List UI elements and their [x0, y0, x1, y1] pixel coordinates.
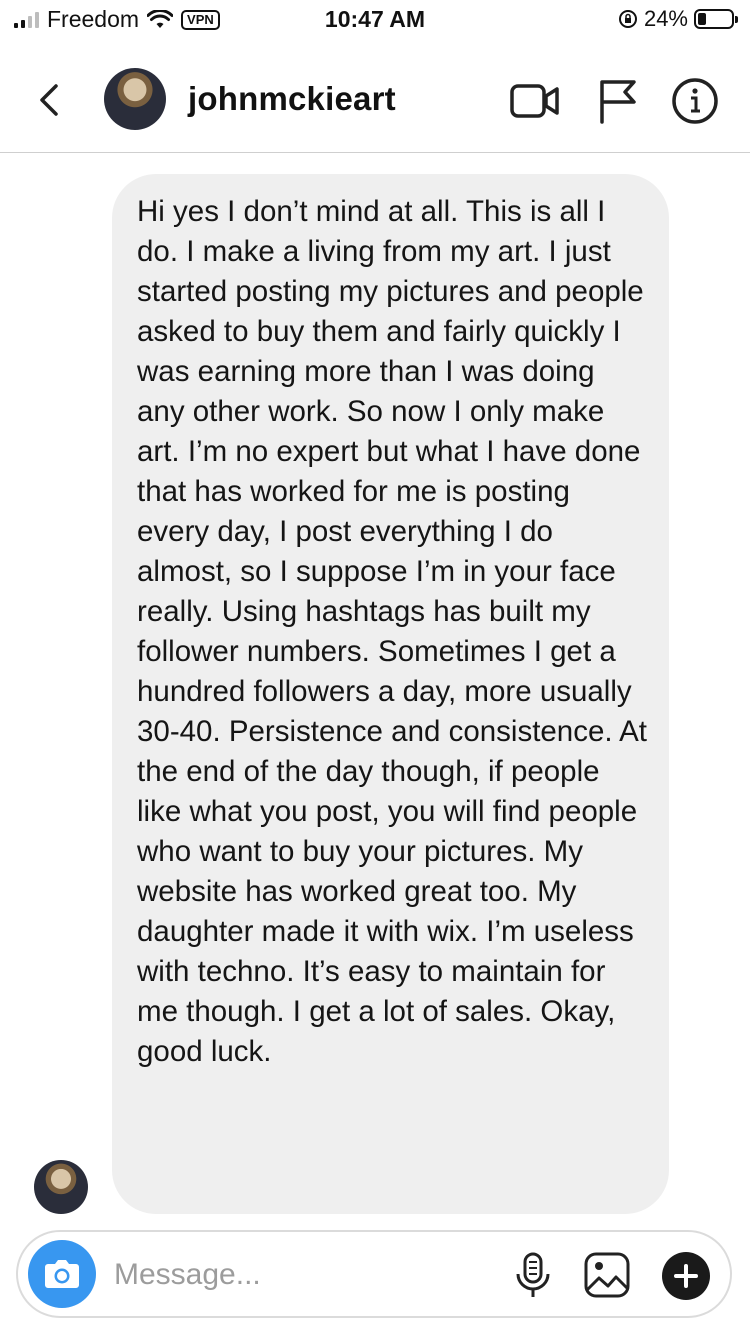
message-input[interactable] [114, 1252, 484, 1298]
status-bar: Freedom VPN 10:47 AM 24% [0, 0, 750, 40]
avatar[interactable] [104, 68, 166, 130]
gallery-icon[interactable] [582, 1250, 632, 1300]
chat-username[interactable]: johnmckieart [188, 80, 396, 118]
status-right: 24% [618, 6, 738, 32]
video-call-icon[interactable] [510, 76, 560, 126]
info-icon[interactable] [670, 76, 720, 126]
orientation-lock-icon [618, 10, 637, 28]
back-chevron-icon[interactable] [30, 80, 70, 120]
flag-icon[interactable] [594, 76, 644, 126]
battery-icon [694, 9, 738, 29]
battery-percent: 24% [643, 6, 688, 31]
microphone-icon[interactable] [508, 1250, 558, 1300]
message-composer [16, 1230, 732, 1318]
message-bubble[interactable]: Hi yes I don’t mind at all. This is all … [112, 174, 669, 1214]
sender-avatar[interactable] [34, 1160, 88, 1214]
camera-icon [45, 1260, 79, 1288]
camera-button[interactable] [28, 1240, 96, 1308]
message-text: Hi yes I don’t mind at all. This is all … [137, 195, 647, 1068]
plus-icon [674, 1264, 698, 1288]
add-button[interactable] [662, 1252, 710, 1300]
chat-header: johnmckieart [0, 52, 750, 153]
